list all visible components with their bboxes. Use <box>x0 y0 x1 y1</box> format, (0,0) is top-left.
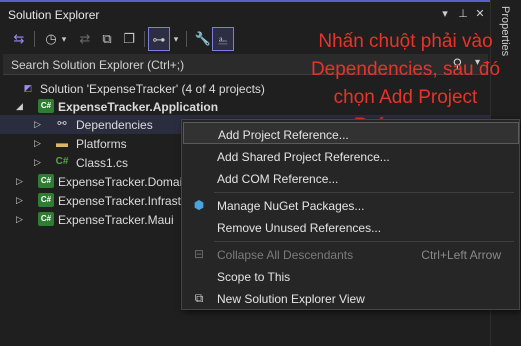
sync-with-document-icon[interactable]: ⇄ <box>74 27 96 51</box>
collapse-arrow-icon[interactable]: ▷ <box>34 136 44 150</box>
search-input[interactable]: Search Solution Explorer (Ctrl+;) <box>11 58 184 72</box>
nuget-icon: ⬢ <box>193 198 205 212</box>
collapse-all-icon[interactable]: ⧉ <box>96 27 118 51</box>
menu-item-new-solution-explorer-view[interactable]: ⧉ New Solution Explorer View <box>183 287 519 309</box>
menu-item-label: Add Shared Project Reference... <box>217 150 390 164</box>
pending-changes-filter-icon[interactable]: ⊶ <box>148 27 170 51</box>
tree-node-label: Dependencies <box>76 118 153 132</box>
menu-item-add-shared-project-reference[interactable]: Add Shared Project Reference... <box>183 145 519 167</box>
tree-node-label: Solution 'ExpenseTracker' (4 of 4 projec… <box>40 82 265 96</box>
menu-item-collapse-all-descendants[interactable]: ⊟ Collapse All Descendants Ctrl+Left Arr… <box>183 243 519 265</box>
expand-arrow-icon[interactable]: ◢ <box>16 99 26 113</box>
menu-item-manage-nuget[interactable]: ⬢ Manage NuGet Packages... <box>183 194 519 216</box>
solution-icon: ◩ <box>23 83 33 93</box>
toolbar-separator <box>34 31 35 47</box>
menu-item-label: Add COM Reference... <box>217 172 339 186</box>
tree-node-label: ExpenseTracker.Infrastru <box>58 194 192 208</box>
close-icon[interactable]: ✕ <box>473 7 487 21</box>
switch-views-icon[interactable]: ⇆ <box>8 27 30 51</box>
menu-item-label: Collapse All Descendants <box>217 248 354 262</box>
menu-separator <box>214 241 514 242</box>
menu-item-label: Remove Unused References... <box>217 221 382 235</box>
filter-dropdown-icon[interactable]: ▾ <box>170 27 182 51</box>
panel-titlebar: Solution Explorer ▾ ⊥ ✕ <box>0 0 490 25</box>
menu-item-shortcut: Ctrl+Left Arrow <box>421 248 501 262</box>
menu-item-add-com-reference[interactable]: Add COM Reference... <box>183 167 519 189</box>
tree-node-label: Class1.cs <box>76 156 129 170</box>
dependencies-icon: ⚯ <box>57 118 67 130</box>
toolbar-separator <box>144 31 145 47</box>
tree-node-label: ExpenseTracker.Maui <box>58 213 174 227</box>
pin-icon[interactable]: ⊥ <box>456 7 470 21</box>
show-all-files-icon[interactable]: ❐ <box>118 27 140 51</box>
collapse-all-icon: ⊟ <box>193 247 205 261</box>
collapse-arrow-icon[interactable]: ▷ <box>34 117 44 131</box>
menu-separator <box>214 192 514 193</box>
menu-item-remove-unused-references[interactable]: Remove Unused References... <box>183 216 519 238</box>
menu-item-scope-to-this[interactable]: Scope to This <box>183 265 519 287</box>
menu-item-label: New Solution Explorer View <box>217 292 365 306</box>
pending-changes-dropdown-icon[interactable]: ▾ <box>58 27 70 51</box>
toolbar-separator <box>186 31 187 47</box>
csharp-file-icon: C# <box>55 156 69 167</box>
window-position-dropdown-icon[interactable]: ▾ <box>438 7 452 21</box>
preview-selected-items-icon[interactable]: ⎁ <box>212 27 234 51</box>
panel-title: Solution Explorer <box>8 8 100 22</box>
tree-node-label: ExpenseTracker.Application <box>58 100 219 114</box>
tree-node-label: Platforms <box>76 137 127 151</box>
context-menu: Add Project Reference... Add Shared Proj… <box>181 119 520 310</box>
new-view-icon: ⧉ <box>194 291 204 305</box>
properties-wrench-icon[interactable]: 🔧 <box>192 27 214 51</box>
csharp-project-icon: C# <box>38 174 54 188</box>
collapse-arrow-icon[interactable]: ▷ <box>16 174 26 188</box>
collapse-arrow-icon[interactable]: ▷ <box>34 155 44 169</box>
csharp-project-icon: C# <box>38 212 54 226</box>
menu-item-label: Add Project Reference... <box>218 128 349 142</box>
menu-item-label: Manage NuGet Packages... <box>217 199 365 213</box>
menu-item-add-project-reference[interactable]: Add Project Reference... <box>183 122 519 144</box>
collapse-arrow-icon[interactable]: ▷ <box>16 212 26 226</box>
csharp-project-icon: C# <box>38 193 54 207</box>
menu-item-label: Scope to This <box>217 270 291 284</box>
collapse-arrow-icon[interactable]: ▷ <box>16 193 26 207</box>
folder-icon: ▬ <box>56 136 68 150</box>
csharp-project-icon: C# <box>38 99 54 113</box>
tree-node-label: ExpenseTracker.Domain <box>58 175 189 189</box>
